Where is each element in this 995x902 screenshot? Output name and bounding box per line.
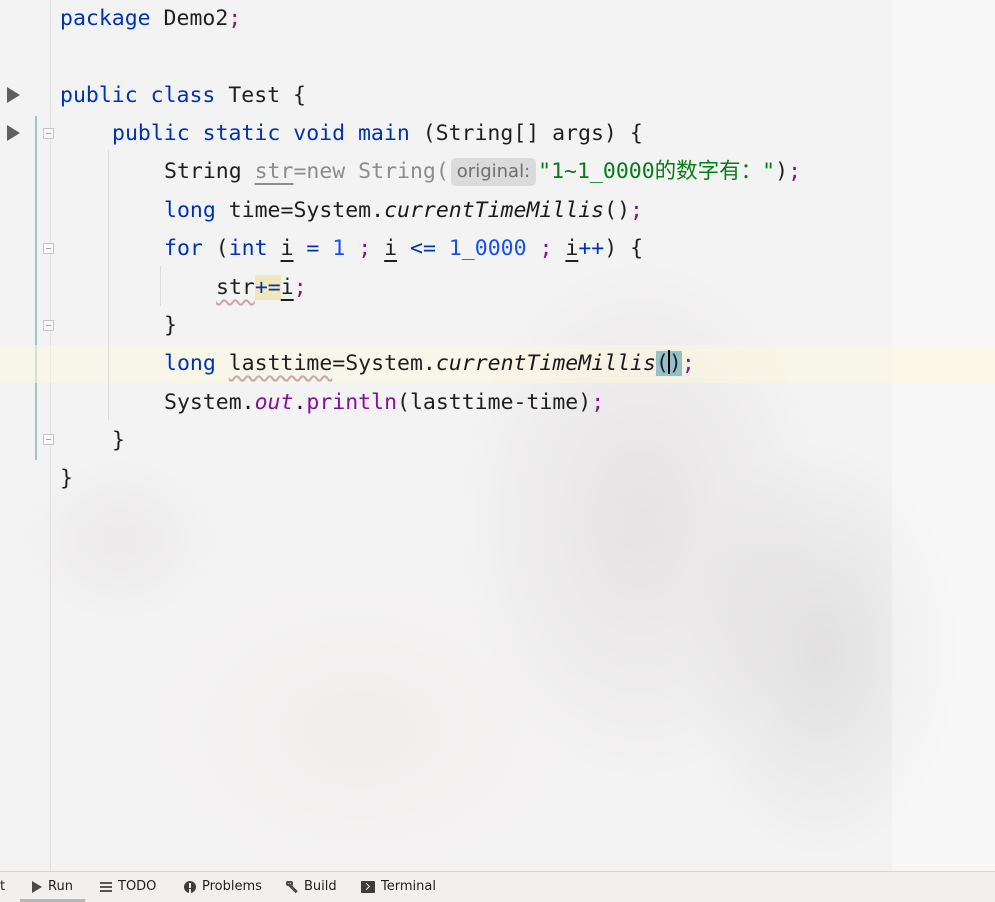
tool-tab-partial[interactable]: t: [0, 872, 5, 902]
code-line-5[interactable]: String str=new String(original: "1~1_0000…: [164, 153, 801, 191]
list-icon: [100, 882, 112, 892]
code-line-6[interactable]: long time=System.currentTimeMillis();: [164, 192, 643, 230]
matched-brace: (): [655, 350, 682, 376]
indent-guide: [108, 150, 109, 420]
problems-icon: [184, 881, 196, 893]
code-line-12[interactable]: }: [112, 422, 125, 460]
tool-window-bar: t Run TODO Problems Build Terminal: [0, 871, 995, 902]
run-gutter-icon[interactable]: [7, 125, 20, 141]
fold-icon[interactable]: [43, 320, 54, 331]
code-line-9[interactable]: }: [164, 307, 177, 345]
run-icon: [32, 881, 42, 893]
editor-right-margin: [892, 0, 995, 871]
fold-icon[interactable]: [43, 243, 54, 254]
fold-icon[interactable]: [43, 434, 54, 445]
code-line-8[interactable]: str+=i;: [216, 269, 307, 307]
vcs-change-marker[interactable]: [35, 116, 37, 460]
code-line-1[interactable]: package Demo2;: [60, 0, 241, 38]
code-line-13[interactable]: }: [60, 460, 73, 498]
tool-tab-todo[interactable]: TODO: [100, 872, 156, 902]
fold-icon[interactable]: [43, 128, 54, 139]
terminal-icon: [361, 881, 375, 893]
tool-tab-run[interactable]: Run: [32, 872, 73, 902]
code-line-10[interactable]: long lasttime=System.currentTimeMillis()…: [164, 345, 695, 383]
hammer-icon: [286, 881, 298, 893]
tool-tab-build[interactable]: Build: [286, 872, 337, 902]
indent-guide: [160, 266, 161, 306]
parameter-hint: original:: [450, 158, 537, 186]
code-line-4[interactable]: public static void main (String[] args) …: [112, 115, 643, 153]
tool-tab-terminal[interactable]: Terminal: [361, 872, 436, 902]
tool-tab-problems[interactable]: Problems: [184, 872, 262, 902]
code-line-11[interactable]: System.out.println(lasttime-time);: [164, 384, 604, 422]
run-gutter-icon[interactable]: [7, 87, 20, 103]
code-line-7[interactable]: for (int i = 1 ; i <= 1_0000 ; i++) {: [164, 230, 643, 268]
editor-gutter: [0, 0, 54, 871]
code-line-3[interactable]: public class Test {: [60, 77, 306, 115]
